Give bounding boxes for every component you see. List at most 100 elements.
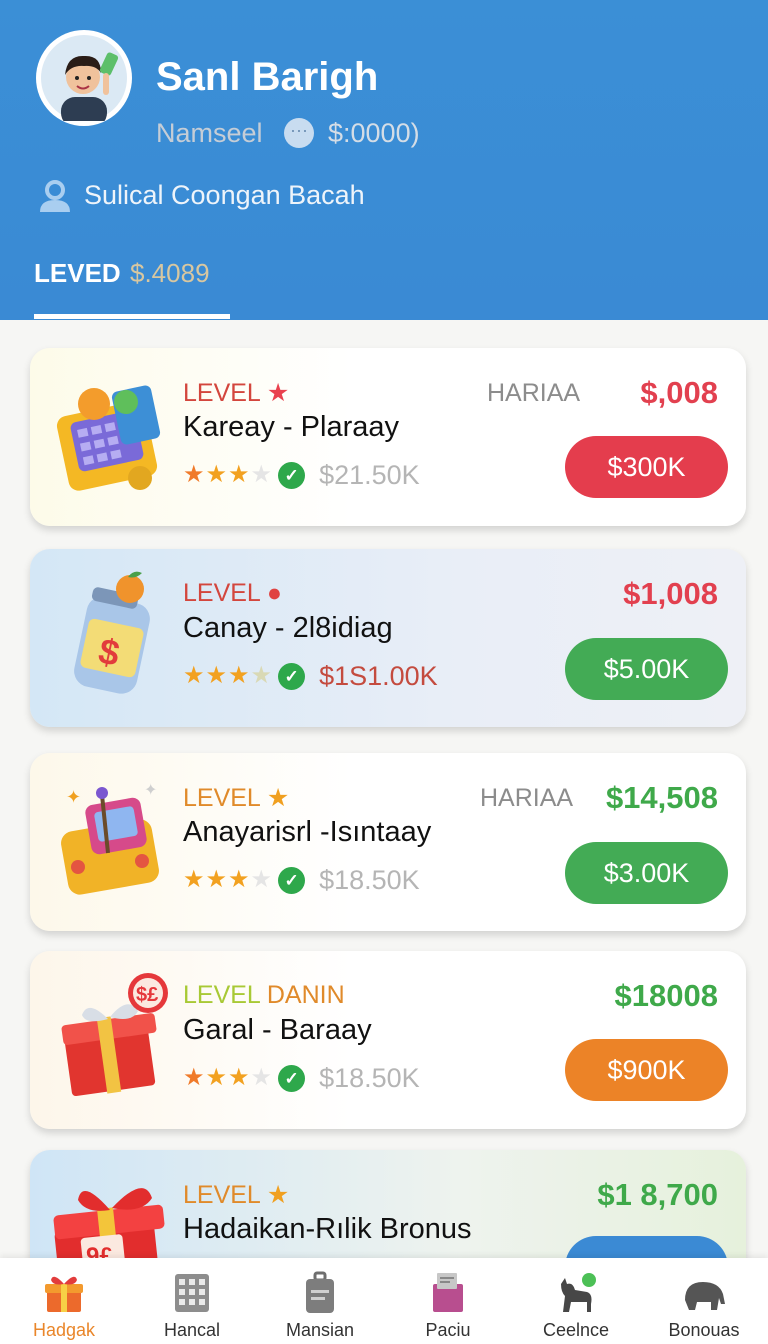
svg-text:✦: ✦ <box>66 787 81 807</box>
avatar[interactable] <box>36 30 132 126</box>
star-empty-icon: ★ <box>250 461 273 488</box>
star-icon: ★ <box>228 662 250 689</box>
briefcase-icon <box>297 1270 343 1316</box>
verified-check-icon: ✓ <box>278 662 306 690</box>
elephant-icon <box>681 1270 727 1316</box>
card-price: $,008 <box>640 375 718 410</box>
star-empty-icon: ★ <box>250 662 273 689</box>
claim-button[interactable]: $300K <box>565 436 728 498</box>
card-tag: HARIAA <box>480 784 574 812</box>
star-icon: ★ <box>205 662 228 689</box>
level-row: LEVEL DANIN <box>183 981 345 1010</box>
nav-label: Paciu <box>425 1320 471 1340</box>
card-title: Anayarisrl -Isıntaay <box>183 816 432 848</box>
profile-description: Sulical Coongan Bacah <box>84 180 365 210</box>
level-badge-icon: ● <box>266 579 282 607</box>
user-subtitle: Namseel <box>156 118 263 148</box>
offer-card[interactable]: $£ LEVEL DANIN Garal - Baraay ★ ★ ★ ★ ✓ … <box>30 951 746 1129</box>
offer-card[interactable]: ✦ ✦ LEVEL ★ Anayarisrl -Isıntaay ★ ★ ★ ★… <box>30 753 746 931</box>
verified-check-icon: ✓ <box>278 866 306 894</box>
nav-label: Bonouas <box>668 1320 740 1340</box>
bottom-nav: Hadgak Hancal Mansian Paciu Ceelnce Bono… <box>0 1258 768 1344</box>
rank-value: $21.50K <box>319 459 420 490</box>
star-icon: ★ <box>183 866 205 893</box>
star-icon: ★ <box>228 1064 250 1091</box>
star-empty-icon: ★ <box>250 866 273 893</box>
level-value: $.4089 <box>130 258 210 288</box>
star-icon: ★ <box>183 662 205 689</box>
level-row: LEVEL ★ <box>183 378 289 408</box>
card-title: Kareay - Plaraay <box>183 411 399 443</box>
box-icon <box>425 1270 471 1316</box>
rank-value: $1S1.00K <box>319 660 438 691</box>
level-label: LEVEL <box>183 579 260 607</box>
level-label-danin: DANIN <box>266 981 345 1009</box>
nav-label: Ceelnce <box>542 1320 610 1340</box>
level-label: LEVEL <box>183 981 267 1009</box>
claim-button[interactable]: $3.00K <box>565 842 728 904</box>
user-name: Sanl Barigh <box>156 55 379 99</box>
rating: ★ ★ ★ ★ ✓ $21.50K <box>183 460 420 490</box>
arcade-machine-icon: ✦ ✦ <box>48 773 178 903</box>
card-price: $1,008 <box>623 576 718 611</box>
card-price: $18008 <box>614 978 718 1013</box>
level-label: LEVEL <box>183 1181 260 1209</box>
person-icon <box>40 180 70 212</box>
more-dots-icon[interactable]: ··· <box>284 118 314 148</box>
nav-item-paciu[interactable]: Paciu <box>384 1258 512 1344</box>
level-label: LEVEL <box>183 379 260 407</box>
gift-icon <box>41 1270 87 1316</box>
nav-item-bonouas[interactable]: Bonouas <box>640 1258 768 1344</box>
svg-text:$£: $£ <box>136 984 158 1006</box>
level-row: LEVEL ● <box>183 579 282 608</box>
grid-icon <box>169 1270 215 1316</box>
user-balance: $:0000) <box>328 118 420 148</box>
offer-card[interactable]: LEVEL ★ Kareay - Plaraay ★ ★ ★ ★ ✓ $21.5… <box>30 348 746 526</box>
verified-check-icon: ✓ <box>278 1064 306 1092</box>
rating: ★ ★ ★ ★ ✓ $18.50K <box>183 865 420 895</box>
level-row: LEVEL ★ <box>183 783 289 813</box>
user-avatar-icon <box>41 35 127 121</box>
claim-button[interactable]: $5.00K <box>565 638 728 700</box>
star-empty-icon: ★ <box>250 1064 273 1091</box>
star-icon: ★ <box>228 866 250 893</box>
animal-icon <box>553 1270 599 1316</box>
star-badge-icon: ★ <box>266 1181 290 1209</box>
card-title: Hadaikan-Rılik Bronus <box>183 1213 472 1245</box>
card-title: Garal - Baraay <box>183 1014 372 1046</box>
nav-label: Hancal <box>163 1320 221 1340</box>
star-icon: ★ <box>205 461 228 488</box>
card-price: $14,508 <box>605 780 718 815</box>
star-icon: ★ <box>183 461 205 488</box>
star-badge-icon: ★ <box>266 379 290 407</box>
rank-value: $18.50K <box>319 1062 420 1093</box>
offer-card[interactable]: $ LEVEL ● Canay - 2l8idiag ★ ★ ★ ★ ✓ $1S… <box>30 549 746 727</box>
claim-button[interactable]: $900K <box>565 1039 728 1101</box>
level-row: LEVEL ★ <box>183 1180 289 1210</box>
calculator-icon <box>48 368 178 498</box>
star-badge-icon: ★ <box>266 784 290 812</box>
card-title: Canay - 2l8idiag <box>183 612 393 644</box>
star-icon: ★ <box>228 461 250 488</box>
card-price: $1 8,700 <box>597 1177 718 1212</box>
nav-item-hadgak[interactable]: Hadgak <box>0 1258 128 1344</box>
nav-label: Hadgak <box>32 1320 96 1340</box>
nav-label: Mansian <box>285 1320 355 1340</box>
star-icon: ★ <box>205 866 228 893</box>
svg-text:✦: ✦ <box>144 782 157 799</box>
rating: ★ ★ ★ ★ ✓ $1S1.00K <box>183 661 438 691</box>
gift-box-icon: $£ <box>48 971 178 1101</box>
star-icon: ★ <box>183 1064 205 1091</box>
nav-item-hancal[interactable]: Hancal <box>128 1258 256 1344</box>
profile-header: Sanl Barigh Namseel ··· $:0000) Sulical … <box>0 0 768 320</box>
star-icon: ★ <box>205 1064 228 1091</box>
tab-level[interactable]: LEVED <box>34 258 121 289</box>
rank-value: $18.50K <box>319 864 420 895</box>
tab-underline <box>34 314 230 319</box>
nav-item-mansian[interactable]: Mansian <box>256 1258 384 1344</box>
card-tag: HARIAA <box>487 379 581 407</box>
money-jar-icon: $ <box>48 569 178 699</box>
nav-item-ceelnce[interactable]: Ceelnce <box>512 1258 640 1344</box>
rating: ★ ★ ★ ★ ✓ $18.50K <box>183 1063 420 1093</box>
verified-check-icon: ✓ <box>278 461 306 489</box>
